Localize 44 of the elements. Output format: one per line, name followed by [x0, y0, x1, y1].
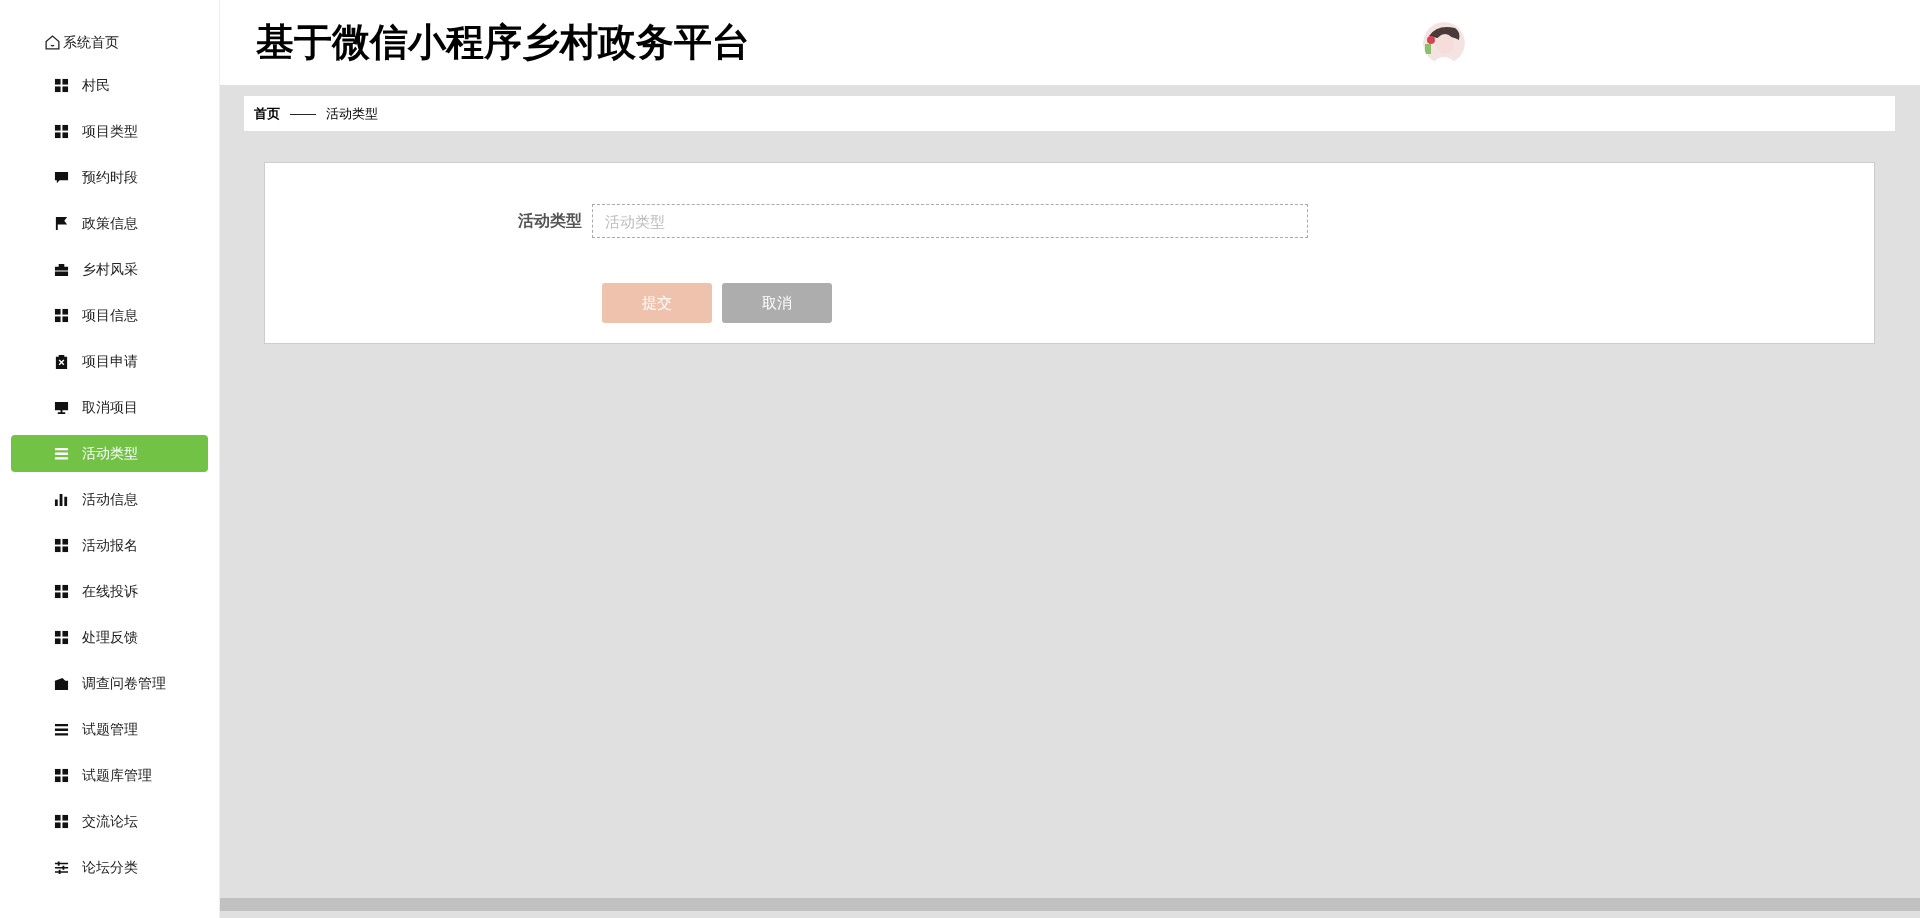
sidebar-item[interactable]: 在线投诉: [11, 573, 208, 610]
field-label: 活动类型: [517, 211, 583, 231]
sidebar-item[interactable]: 处理反馈: [11, 619, 208, 656]
horizontal-scrollbar[interactable]: [220, 898, 1920, 911]
sidebar-item[interactable]: 试题库管理: [11, 757, 208, 794]
breadcrumb-home[interactable]: 首页: [254, 103, 280, 124]
sidebar-item[interactable]: 村民: [11, 67, 208, 104]
sliders-icon: [54, 860, 69, 875]
grid-icon: [54, 538, 69, 553]
wallet-icon: [54, 676, 69, 691]
list-icon: [54, 722, 69, 737]
sidebar-item[interactable]: 活动信息: [11, 481, 208, 518]
grid-icon: [54, 814, 69, 829]
sidebar-item[interactable]: 论坛分类: [11, 849, 208, 886]
flag-icon: [54, 216, 69, 231]
sidebar-item[interactable]: 政策信息: [11, 205, 208, 242]
sidebar-item[interactable]: 活动报名: [11, 527, 208, 564]
grid-icon: [54, 308, 69, 323]
sidebar-item[interactable]: 乡村风采: [11, 251, 208, 288]
bar-chart-icon: [54, 492, 69, 507]
home-icon: [44, 33, 61, 51]
monitor-icon: [54, 400, 69, 415]
sidebar-item[interactable]: 项目申请: [11, 343, 208, 380]
sidebar-item[interactable]: 预约时段: [11, 159, 208, 196]
briefcase-icon: [54, 262, 69, 277]
clipboard-icon: [54, 354, 69, 369]
sidebar-item[interactable]: 调查问卷管理: [11, 665, 208, 702]
app-title: 基于微信小程序乡村政务平台: [256, 20, 750, 65]
sidebar-item[interactable]: 项目信息: [11, 297, 208, 334]
chat-icon: [54, 170, 69, 185]
sidebar-item[interactable]: 取消项目: [11, 389, 208, 426]
breadcrumb-current: 活动类型: [326, 104, 378, 123]
list-icon: [54, 446, 69, 461]
grid-icon: [54, 584, 69, 599]
sidebar-item[interactable]: 交流论坛: [11, 803, 208, 840]
home-link[interactable]: 系统首页: [11, 23, 208, 61]
input-field[interactable]: 活动类型: [592, 204, 1308, 238]
grid-icon: [54, 78, 69, 93]
grid-icon: [54, 630, 69, 645]
sidebar-item[interactable]: 试题管理: [11, 711, 208, 748]
sidebar-item[interactable]: 项目类型: [11, 113, 208, 150]
grid-icon: [54, 124, 69, 139]
grid-icon: [54, 768, 69, 783]
breadcrumb-separator: ——: [290, 104, 316, 123]
